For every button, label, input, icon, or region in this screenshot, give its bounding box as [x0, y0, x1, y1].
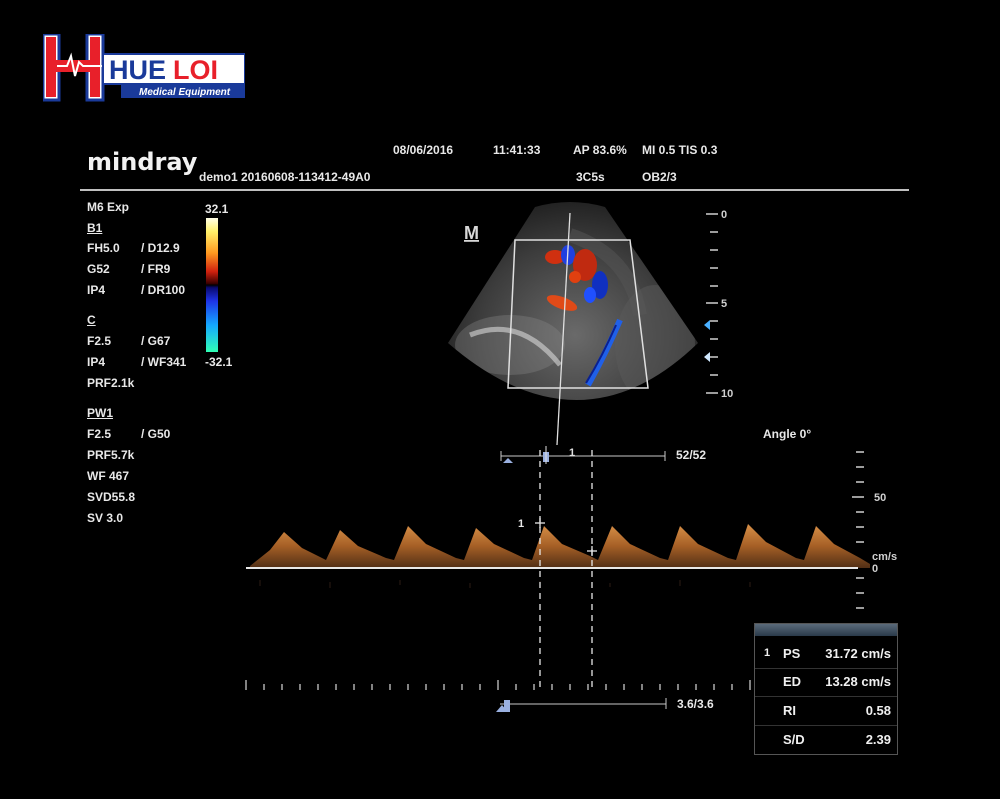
b1-d: / D12.9: [141, 241, 180, 255]
orientation-marker: M: [464, 223, 479, 243]
result-label: ED: [783, 674, 802, 689]
depth-tick-10: 10: [721, 388, 733, 400]
logo-text-loi: LOI: [173, 55, 218, 85]
acoustic-power: AP 83.6%: [573, 143, 627, 157]
result-label: S/D: [783, 732, 805, 747]
mode-label: M6 Exp: [87, 200, 130, 214]
exam-date: 08/06/2016: [393, 143, 454, 157]
result-label: RI: [783, 703, 796, 718]
logo-text-hue: HUE: [109, 55, 166, 85]
depth-tick-0: 0: [721, 209, 727, 221]
ultrasound-image[interactable]: M: [440, 195, 710, 450]
color-velocity-bar: [206, 218, 218, 352]
hueloi-logo: HUE LOI Medical Equipment: [43, 34, 245, 102]
focus-marker-icon[interactable]: [704, 352, 710, 362]
pw1-title: PW1: [87, 406, 114, 420]
result-value: 0.58: [865, 703, 891, 718]
sweep-counter: 3.6/3.6: [677, 697, 714, 711]
probe-name: 3C5s: [576, 170, 605, 184]
depth-tick-5: 5: [721, 298, 727, 310]
b1-fr: / FR9: [141, 262, 171, 276]
c-f: F2.5: [87, 334, 112, 348]
spectral-waveform: [250, 524, 870, 568]
pw1-sv: SV 3.0: [87, 511, 124, 525]
c-ip: IP4: [87, 355, 106, 369]
sweep-bar[interactable]: [490, 692, 670, 714]
b1-ip: IP4: [87, 283, 106, 297]
pw1-wf: WF 467: [87, 469, 130, 483]
pw1-g: / G50: [141, 427, 171, 441]
doppler-angle: Angle 0°: [763, 427, 812, 441]
brand-name: mindray: [87, 148, 198, 176]
colorbar-max: 32.1: [205, 202, 229, 216]
b1-g: G52: [87, 262, 110, 276]
c-g: / G67: [141, 334, 171, 348]
c-wf: / WF341: [141, 355, 187, 369]
result-row-ri: RI 0.58: [755, 698, 897, 724]
b1-dr: / DR100: [141, 283, 186, 297]
c-title: C: [87, 313, 96, 327]
mi-tis-readout: MI 0.5 TIS 0.3: [642, 143, 718, 157]
colorbar-min: -32.1: [205, 355, 233, 369]
measurement-results-panel: 1 PS 31.72 cm/s ED 13.28 cm/s RI 0.58 S/…: [754, 623, 898, 755]
result-label: PS: [783, 646, 801, 661]
pw1-f: F2.5: [87, 427, 112, 441]
result-value: 13.28 cm/s: [825, 674, 891, 689]
result-row-ps: 1 PS 31.72 cm/s: [755, 641, 897, 667]
result-row-sd: S/D 2.39: [755, 727, 897, 753]
result-index: 1: [764, 647, 771, 659]
time-scale: [245, 680, 751, 690]
result-row-ed: ED 13.28 cm/s: [755, 669, 897, 695]
c-prf: PRF2.1k: [87, 376, 135, 390]
exam-time: 11:41:33: [493, 143, 541, 157]
b1-title: B1: [87, 221, 103, 235]
b1-fh: FH5.0: [87, 241, 120, 255]
header-divider: [80, 189, 909, 191]
result-value: 31.72 cm/s: [825, 646, 891, 661]
depth-scale: 0 5 10: [704, 209, 733, 400]
pw1-svd: SVD55.8: [87, 490, 136, 504]
velocity-baseline-label: 0: [872, 563, 878, 575]
velocity-scale-top: 50: [874, 492, 886, 504]
velocity-scale: [852, 451, 864, 609]
patient-id: demo1 20160608-113412-49A0: [199, 170, 371, 184]
caliper-mark: 1: [518, 518, 524, 530]
velocity-unit: cm/s: [872, 551, 897, 563]
results-header: [755, 624, 897, 636]
exam-preset: OB2/3: [642, 170, 677, 184]
focus-marker-icon[interactable]: [704, 320, 710, 330]
result-value: 2.39: [865, 732, 891, 747]
logo-tagline: Medical Equipment: [139, 87, 231, 98]
pw1-prf: PRF5.7k: [87, 448, 135, 462]
